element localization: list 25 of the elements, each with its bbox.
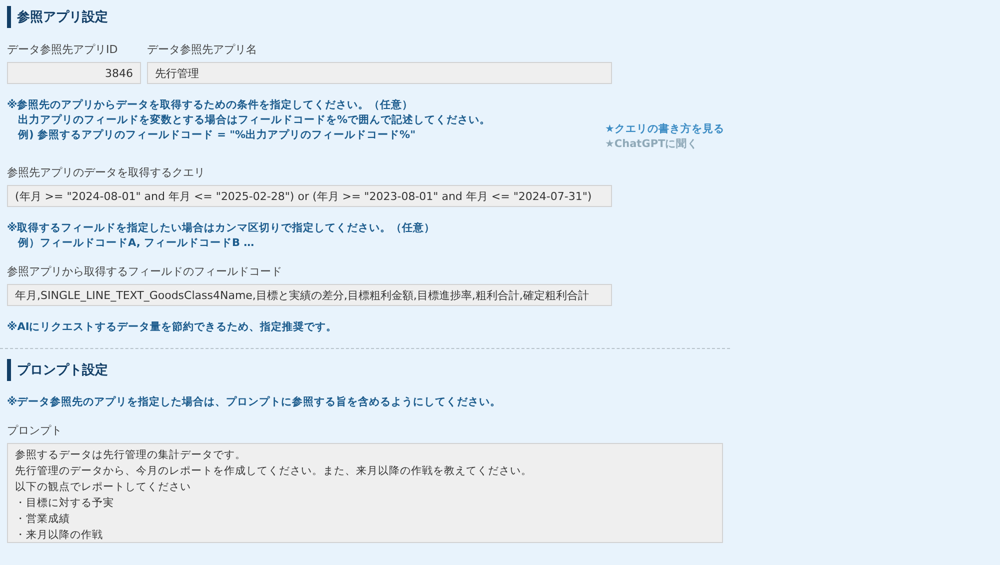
prompt-line: 先行管理のデータから、今月のレポートを作成してください。また、来月以降の作戦を教えてください。 [15,464,532,479]
prompt-line: 以下の観点でレポートしてください [15,480,191,495]
prompt-line: 参照するデータは先行管理の集計データです。 [15,448,246,463]
note-text: 出力アプリのフィールドを変数とする場合はフィールドコードを%で囲んで記述してください。 [17,113,492,127]
prompt-line: ・営業成績 [15,512,70,527]
section-title: 参照アプリ設定 [7,6,108,28]
section-title: プロンプト設定 [7,359,108,381]
text-field[interactable]: (年月 >= "2024-08-01" and 年月 <= "2025-02-28") or (年月 >= "2023-08-01" and 年月 <= "2024-07-31") [7,185,612,207]
field-label: データ参照先アプリ名 [147,42,258,57]
note-text: ※参照先のアプリからデータを取得するための条件を指定してください。（任意） [7,98,414,112]
note-text: 例) 参照するアプリのフィールドコード = "%出力アプリのフィールドコード%" [16,128,417,142]
note-text: ※データ参照先のアプリを指定した場合は、プロンプトに参照する旨を含めるようにしてください。 [7,395,502,409]
text-field[interactable]: 先行管理 [147,62,612,84]
field-label: 参照アプリから取得するフィールドのフィールドコード [7,264,283,279]
text-field[interactable]: 年月,SINGLE_LINE_TEXT_GoodsClass4Name,目標と実績の差分,目標粗利金額,目標進捗率,粗利合計,確定粗利合計 [7,284,612,306]
field-label: 参照先アプリのデータを取得するクエリ [7,165,206,180]
note-text: ※取得するフィールドを指定したい場合はカンマ区切りで指定してください。（任意） [7,221,436,235]
prompt-field[interactable]: 参照するデータは先行管理の集計データです。 先行管理のデータから、今月のレポートを作成してください。また、来月以降の作戦を教えてください。 以下の観点でレポートしてください ・目標に対する予実 ・営業成績 ・来月以降の作戦 [7,443,723,543]
note-text: 例）フィールドコードA, フィールドコードB … [16,236,256,250]
field-label: プロンプト [7,423,63,438]
note-text: ※AIにリクエストするデータ量を節約できるため、指定推奨です。 [7,320,338,334]
prompt-line: ・目標に対する予実 [15,496,114,511]
prompt-line: ・来月以降の作戦 [15,528,103,543]
field-label: データ参照先アプリID [7,42,119,57]
text-field[interactable]: 3846 [7,62,141,84]
